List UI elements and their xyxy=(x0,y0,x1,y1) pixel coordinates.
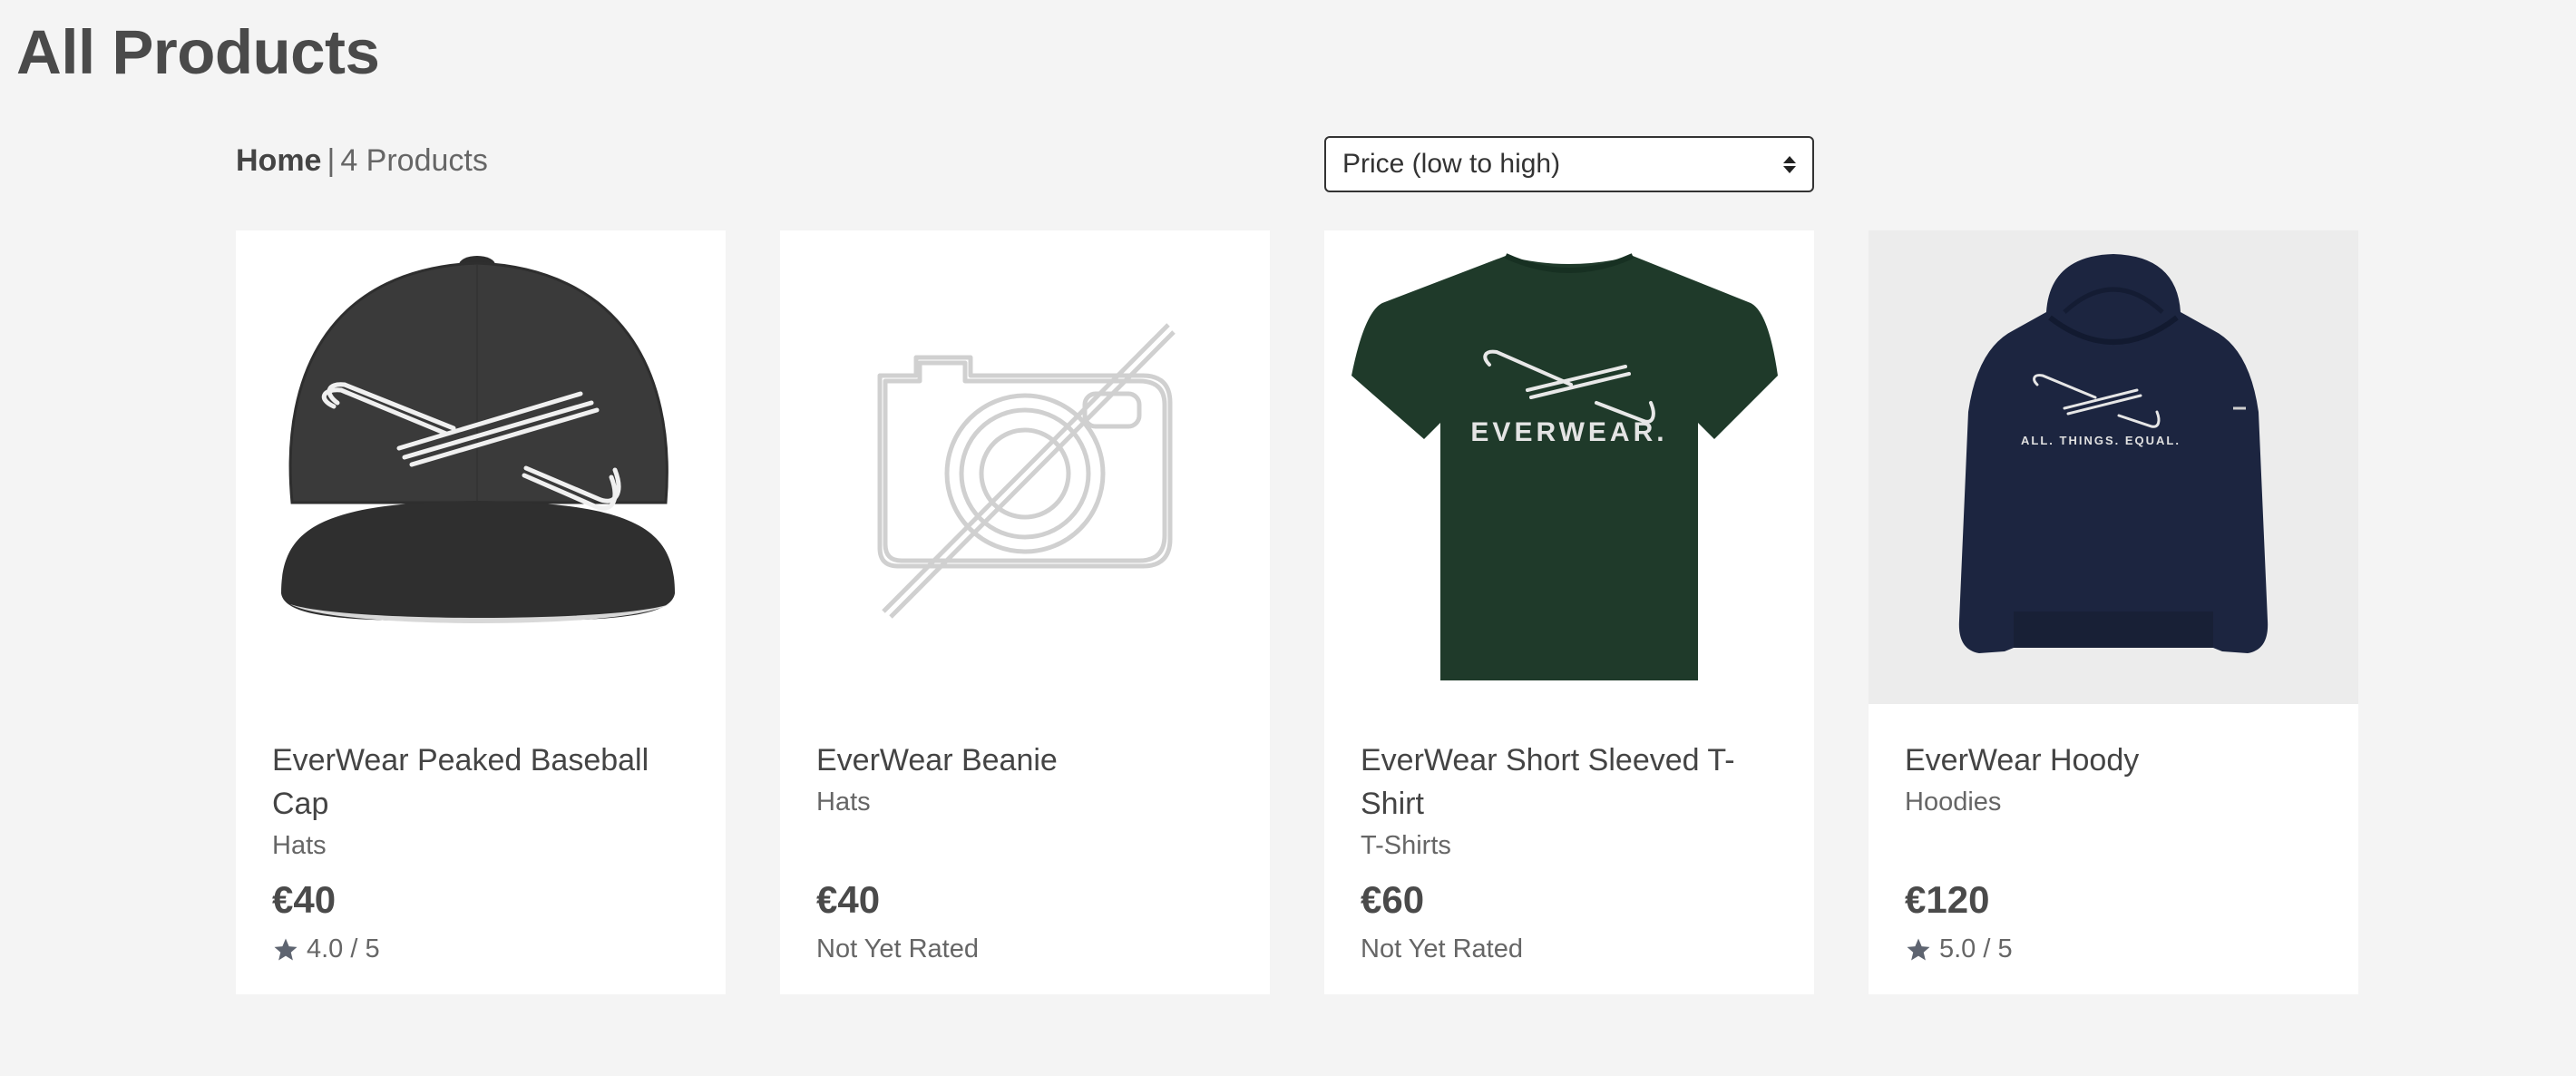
product-price: €40 xyxy=(816,878,881,921)
product-category: Hats xyxy=(272,831,327,860)
hoodie-image: ALL. THINGS. EQUAL. xyxy=(1958,254,2269,653)
star-icon xyxy=(1907,938,1930,960)
star-icon xyxy=(274,938,298,960)
product-price: €60 xyxy=(1361,878,1425,921)
sort-selected-value: Price (low to high) xyxy=(1342,149,1561,179)
product-price: €40 xyxy=(272,878,337,921)
product-card[interactable]: ALL. THINGS. EQUAL. EverWear Hoody Hoodi… xyxy=(1869,230,2358,994)
select-arrows-icon xyxy=(1783,155,1796,173)
product-image-hoodie[interactable]: ALL. THINGS. EQUAL. xyxy=(1869,230,2358,704)
product-info: EverWear Peaked Baseball Cap Hats xyxy=(272,739,689,864)
t-shirt-image: EVERWEAR. xyxy=(1351,253,1778,680)
product-name[interactable]: EverWear Peaked Baseball Cap xyxy=(272,739,689,826)
product-rating: 4.0 / 5 xyxy=(272,934,380,964)
product-name[interactable]: EverWear Hoody xyxy=(1905,739,2322,782)
rating-value: Not Yet Rated xyxy=(1361,934,1523,964)
breadcrumb-home-link[interactable]: Home xyxy=(236,143,321,178)
product-category: T-Shirts xyxy=(1361,831,1451,860)
product-rating: Not Yet Rated xyxy=(1361,934,1523,964)
product-count: 4 Products xyxy=(340,143,488,178)
product-rating: Not Yet Rated xyxy=(816,934,979,964)
sort-select[interactable]: Price (low to high) xyxy=(1324,136,1814,192)
product-card[interactable]: EverWear Peaked Baseball Cap Hats €40 4.… xyxy=(236,230,726,994)
breadcrumb-separator: | xyxy=(327,143,336,178)
product-card[interactable]: EVERWEAR. EverWear Short Sleeved T-Shirt… xyxy=(1324,230,1814,994)
rating-value: Not Yet Rated xyxy=(816,934,979,964)
product-price: €120 xyxy=(1905,878,1990,921)
page-title: All Products xyxy=(16,17,380,87)
product-category: Hats xyxy=(816,787,871,817)
product-image-placeholder[interactable] xyxy=(780,230,1270,704)
no-image-camera-icon xyxy=(877,323,1176,619)
product-name[interactable]: EverWear Short Sleeved T-Shirt xyxy=(1361,739,1778,826)
hoodie-logo-text: ALL. THINGS. EQUAL. xyxy=(2021,434,2181,447)
breadcrumb: Home | 4 Products xyxy=(236,143,488,179)
product-image-baseball-cap[interactable] xyxy=(236,230,726,704)
product-rating: 5.0 / 5 xyxy=(1905,934,2013,964)
t-shirt-logo-text: EVERWEAR. xyxy=(1470,417,1667,447)
baseball-cap-image xyxy=(281,256,675,623)
product-category: Hoodies xyxy=(1905,787,2002,817)
product-grid: EverWear Peaked Baseball Cap Hats €40 4.… xyxy=(236,230,2358,994)
product-info: EverWear Hoody Hoodies xyxy=(1905,739,2322,820)
rating-value: 4.0 / 5 xyxy=(307,934,380,964)
product-info: EverWear Short Sleeved T-Shirt T-Shirts xyxy=(1361,739,1778,864)
product-card[interactable]: EverWear Beanie Hats €40 Not Yet Rated xyxy=(780,230,1270,994)
product-name[interactable]: EverWear Beanie xyxy=(816,739,1234,782)
rating-value: 5.0 / 5 xyxy=(1939,934,2013,964)
product-image-t-shirt[interactable]: EVERWEAR. xyxy=(1324,230,1814,704)
toolbar: Home | 4 Products Price (low to high) xyxy=(236,136,1814,192)
product-info: EverWear Beanie Hats xyxy=(816,739,1234,820)
